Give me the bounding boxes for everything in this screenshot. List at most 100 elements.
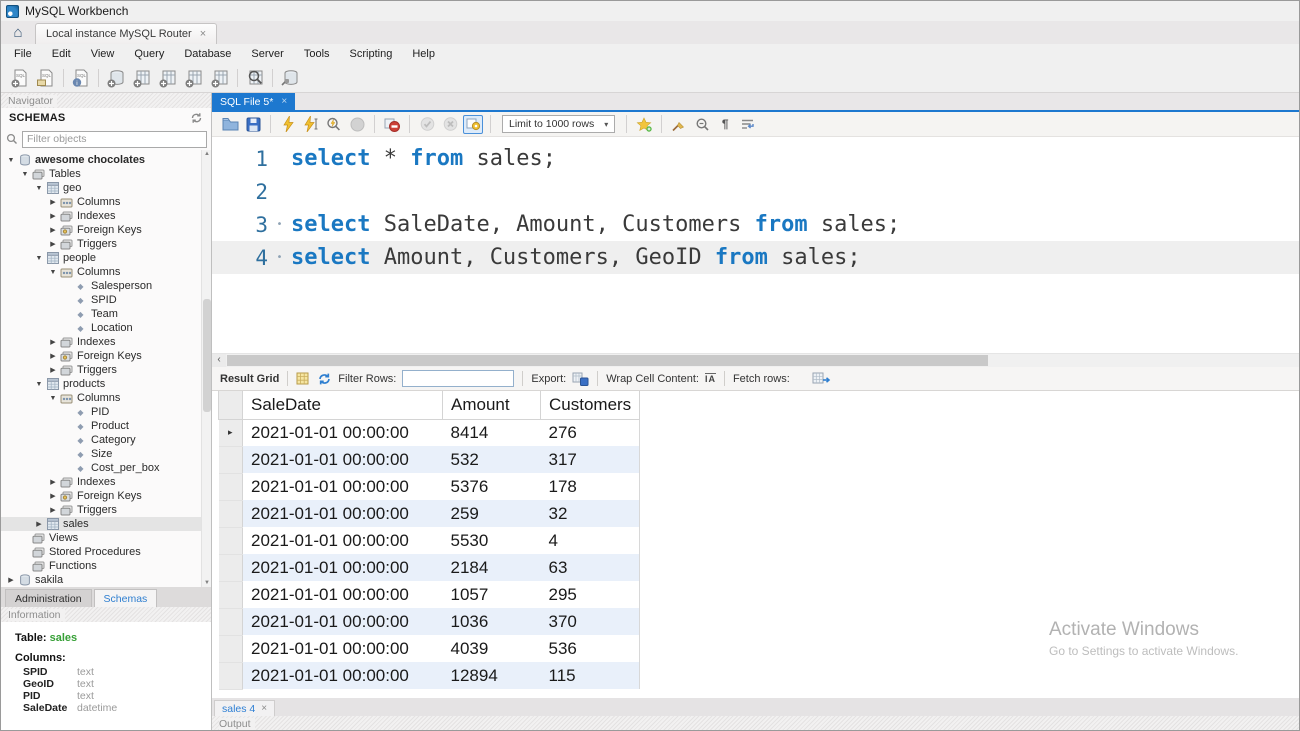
row-gutter[interactable]	[219, 446, 243, 473]
chevron-expanded-icon[interactable]: ▼	[33, 185, 45, 192]
tree-item-indexes[interactable]: ▶Indexes	[1, 335, 211, 349]
new-sql-tab-icon[interactable]: SQL	[8, 67, 32, 89]
chevron-collapsed-icon[interactable]: ▶	[47, 338, 59, 346]
grid-cell[interactable]: 12894	[443, 662, 541, 689]
grid-cell[interactable]: 32	[541, 500, 640, 527]
sql-file-tab[interactable]: SQL File 5* ×	[212, 93, 295, 110]
tree-item-tables[interactable]: ▼Tables	[1, 167, 211, 181]
chevron-expanded-icon[interactable]: ▼	[5, 157, 17, 164]
menu-item-help[interactable]: Help	[402, 46, 445, 62]
tree-item-columns[interactable]: ▼Columns	[1, 265, 211, 279]
create-view-icon[interactable]	[156, 67, 180, 89]
tree-item-stored-procedures[interactable]: Stored Procedures	[1, 545, 211, 559]
menu-item-view[interactable]: View	[81, 46, 125, 62]
scrollbar-thumb[interactable]	[203, 299, 211, 413]
explain-icon[interactable]	[324, 115, 344, 134]
tree-item-foreign-keys[interactable]: ▶Foreign Keys	[1, 349, 211, 363]
grid-cell[interactable]: 5376	[443, 473, 541, 500]
invisible-characters-icon[interactable]: ¶	[715, 115, 735, 134]
tree-item-functions[interactable]: Functions	[1, 559, 211, 573]
grid-cell[interactable]: 63	[541, 554, 640, 581]
chevron-expanded-icon[interactable]: ▼	[47, 395, 59, 402]
edit-grid-icon[interactable]	[296, 372, 311, 386]
chevron-expanded-icon[interactable]: ▼	[47, 269, 59, 276]
sidebar-tab-administration[interactable]: Administration	[5, 589, 92, 607]
refresh-grid-icon[interactable]	[317, 372, 332, 386]
tree-item-views[interactable]: Views	[1, 531, 211, 545]
scrollbar-thumb[interactable]	[227, 355, 988, 366]
wrap-cell-content-icon[interactable]: IA	[705, 373, 716, 384]
tree-item-size[interactable]: ◆Size	[1, 447, 211, 461]
chevron-collapsed-icon[interactable]: ▶	[47, 492, 59, 500]
tree-item-spid[interactable]: ◆SPID	[1, 293, 211, 307]
grid-cell[interactable]: 178	[541, 473, 640, 500]
row-gutter[interactable]	[219, 500, 243, 527]
grid-cell[interactable]: 2021-01-01 00:00:00	[243, 581, 443, 608]
grid-cell[interactable]: 2021-01-01 00:00:00	[243, 500, 443, 527]
result-tab-sales4[interactable]: sales 4 ×	[214, 700, 275, 716]
clear-markers-icon[interactable]	[669, 115, 689, 134]
grid-cell[interactable]: 2021-01-01 00:00:00	[243, 662, 443, 689]
tree-item-product[interactable]: ◆Product	[1, 419, 211, 433]
grid-cell[interactable]: 295	[541, 581, 640, 608]
grid-cell[interactable]: 317	[541, 446, 640, 473]
menu-item-query[interactable]: Query	[124, 46, 174, 62]
filter-objects-input[interactable]	[22, 131, 207, 148]
save-script-icon[interactable]	[243, 115, 263, 134]
row-gutter[interactable]	[219, 554, 243, 581]
editor-line-3[interactable]: 3•select SaleDate, Amount, Customers fro…	[212, 208, 1299, 241]
grid-cell[interactable]: 2021-01-01 00:00:00	[243, 554, 443, 581]
execute-icon[interactable]	[278, 115, 298, 134]
create-schema-icon[interactable]	[104, 67, 128, 89]
open-script-icon[interactable]	[220, 115, 240, 134]
chevron-collapsed-icon[interactable]: ▶	[47, 240, 59, 248]
chevron-collapsed-icon[interactable]: ▶	[47, 506, 59, 514]
limit-rows-select[interactable]: Limit to 1000 rows ▾	[502, 115, 615, 133]
open-sql-script-icon[interactable]: SQL	[34, 67, 58, 89]
reconnect-dbms-icon[interactable]	[278, 67, 302, 89]
tree-item-indexes[interactable]: ▶Indexes	[1, 209, 211, 223]
tree-item-foreign-keys[interactable]: ▶Foreign Keys	[1, 223, 211, 237]
execute-current-statement-icon[interactable]	[301, 115, 321, 134]
chevron-expanded-icon[interactable]: ▼	[33, 255, 45, 262]
export-icon[interactable]	[572, 372, 589, 386]
save-snippet-icon[interactable]	[634, 115, 654, 134]
tree-item-foreign-keys[interactable]: ▶Foreign Keys	[1, 489, 211, 503]
grid-cell[interactable]: 536	[541, 635, 640, 662]
grid-cell[interactable]: 2021-01-01 00:00:00	[243, 446, 443, 473]
chevron-collapsed-icon[interactable]: ▶	[47, 366, 59, 374]
menu-item-database[interactable]: Database	[174, 46, 241, 62]
tree-item-triggers[interactable]: ▶Triggers	[1, 237, 211, 251]
grid-cell[interactable]: 115	[541, 662, 640, 689]
tree-item-columns[interactable]: ▼Columns	[1, 391, 211, 405]
grid-cell[interactable]: 370	[541, 608, 640, 635]
home-icon[interactable]: ⌂	[1, 21, 35, 44]
connection-tab[interactable]: Local instance MySQL Router ×	[35, 23, 217, 44]
find-icon[interactable]	[692, 115, 712, 134]
grid-cell[interactable]: 532	[443, 446, 541, 473]
tree-item-category[interactable]: ◆Category	[1, 433, 211, 447]
tree-item-indexes[interactable]: ▶Indexes	[1, 475, 211, 489]
connection-tab-close-icon[interactable]: ×	[200, 28, 206, 40]
inspector-icon[interactable]: SQLi	[69, 67, 93, 89]
grid-cell[interactable]: 2021-01-01 00:00:00	[243, 608, 443, 635]
tree-scrollbar[interactable]: ▲▼	[201, 150, 211, 587]
row-gutter[interactable]	[219, 635, 243, 662]
scroll-down-icon[interactable]: ▼	[204, 580, 210, 586]
refresh-schemas-icon[interactable]	[190, 112, 203, 124]
chevron-expanded-icon[interactable]: ▼	[33, 381, 45, 388]
result-tab-close-icon[interactable]: ×	[261, 703, 267, 714]
row-gutter[interactable]	[219, 662, 243, 689]
toggle-stop-on-error-icon[interactable]	[382, 115, 402, 134]
menu-item-server[interactable]: Server	[241, 46, 293, 62]
create-function-icon[interactable]	[208, 67, 232, 89]
wrap-text-icon[interactable]	[738, 115, 758, 134]
create-table-icon[interactable]	[130, 67, 154, 89]
tree-item-people[interactable]: ▼people	[1, 251, 211, 265]
tree-item-products[interactable]: ▼products	[1, 377, 211, 391]
tree-item-pid[interactable]: ◆PID	[1, 405, 211, 419]
tree-item-team[interactable]: ◆Team	[1, 307, 211, 321]
tree-item-sales[interactable]: ▶sales	[1, 517, 211, 531]
chevron-collapsed-icon[interactable]: ▶	[47, 212, 59, 220]
menu-item-scripting[interactable]: Scripting	[340, 46, 403, 62]
